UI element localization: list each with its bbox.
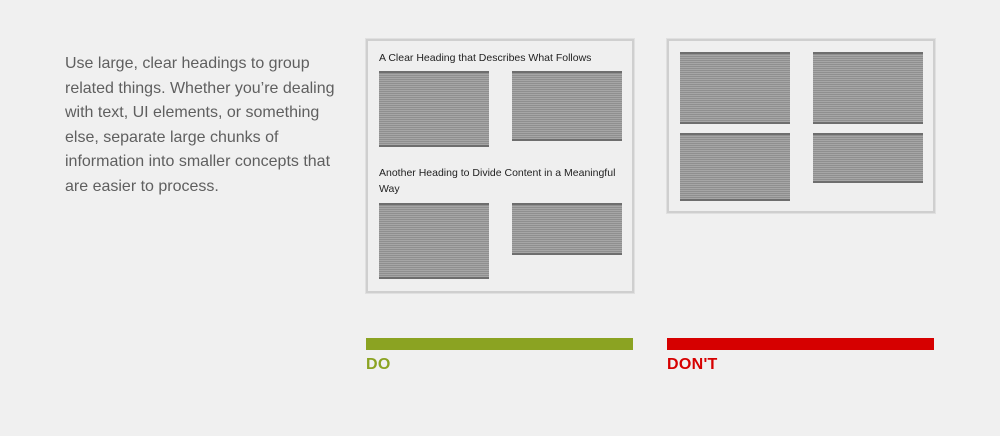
example-heading-1: A Clear Heading that Describes What Foll… bbox=[379, 52, 592, 64]
do-label: DO bbox=[366, 356, 391, 373]
content-block bbox=[680, 133, 790, 201]
dont-label: DON'T bbox=[667, 356, 718, 373]
content-block bbox=[813, 52, 923, 124]
content-block bbox=[813, 133, 923, 183]
content-block bbox=[512, 203, 622, 255]
example-heading-2: Another Heading to Divide Content in a M… bbox=[379, 167, 616, 195]
content-block bbox=[680, 52, 790, 124]
do-example-panel: A Clear Heading that Describes What Foll… bbox=[365, 38, 635, 294]
dont-example-panel bbox=[666, 38, 936, 214]
do-color-bar bbox=[366, 338, 633, 350]
dont-color-bar bbox=[667, 338, 934, 350]
content-block bbox=[379, 71, 489, 147]
intro-text: Use large, clear headings to group relat… bbox=[65, 55, 335, 195]
content-block bbox=[379, 203, 489, 279]
content-block bbox=[512, 71, 622, 141]
